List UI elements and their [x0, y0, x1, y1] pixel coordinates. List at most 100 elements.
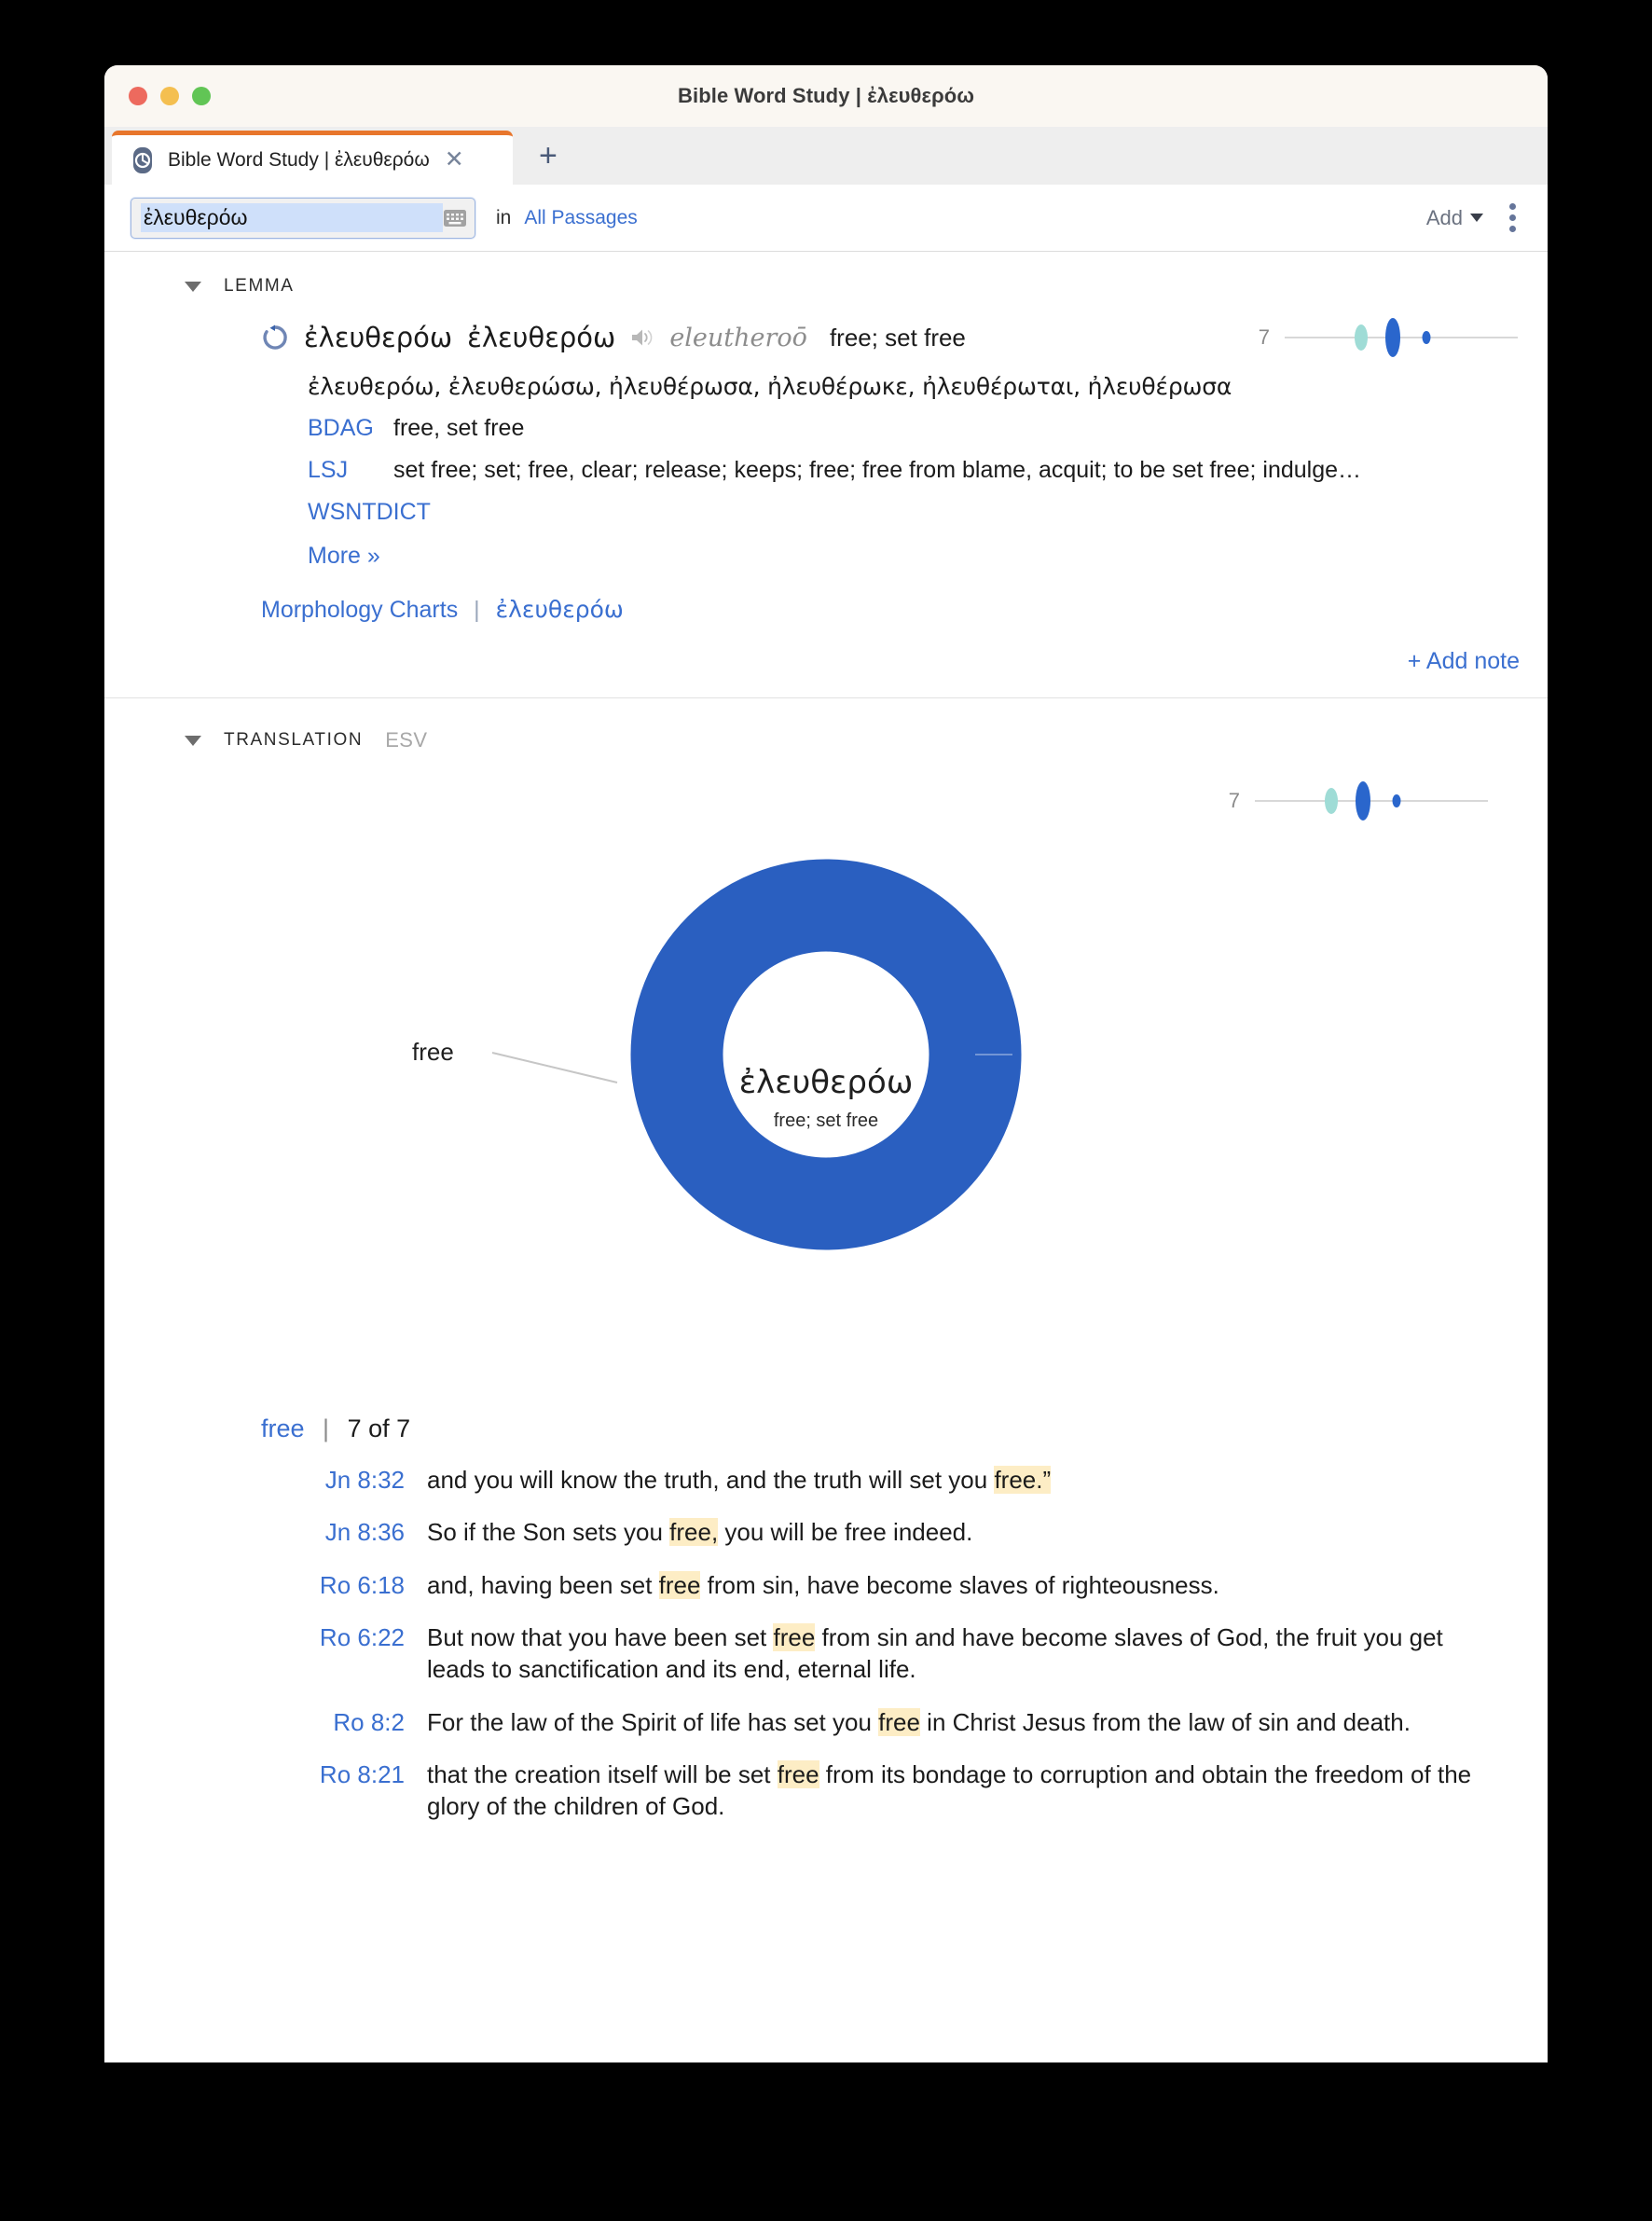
- dictionary-link-wsntdict[interactable]: WSNTDICT: [308, 499, 431, 526]
- scope-preposition: in: [496, 206, 512, 228]
- refresh-icon[interactable]: [261, 324, 289, 352]
- dictionary-row-lsj: LSJ set free; set; free, clear; release;…: [104, 442, 1548, 484]
- search-toolbar: ἐλευθερόω in All Passages Add: [104, 185, 1548, 252]
- verse-text: and you will know the truth, and the tru…: [405, 1464, 1486, 1496]
- add-dropdown-label: Add: [1425, 205, 1463, 229]
- search-input[interactable]: ἐλευθερόω: [131, 197, 475, 239]
- verse-text: So if the Son sets you free, you will be…: [405, 1516, 1486, 1548]
- lemma-frequency-sparkline[interactable]: 7: [1259, 317, 1518, 358]
- more-options-icon[interactable]: [1504, 200, 1521, 236]
- lemma-section-title: LEMMA: [224, 276, 295, 296]
- donut-chart-graphic[interactable]: [628, 857, 1024, 1252]
- new-tab-button[interactable]: +: [539, 140, 558, 172]
- verse-row[interactable]: Ro 6:18 and, having been set free from s…: [104, 1549, 1548, 1601]
- verse-row[interactable]: Ro 6:22 But now that you have been set f…: [104, 1601, 1548, 1686]
- speaker-icon[interactable]: [630, 326, 654, 349]
- lemma-sparkline-count: 7: [1258, 325, 1270, 349]
- translation-version-label[interactable]: ESV: [385, 728, 427, 752]
- translation-section: TRANSLATION ESV 7 ἐλευθερόω free; set fr…: [104, 698, 1548, 1823]
- morphology-charts-link[interactable]: Morphology Charts: [261, 597, 458, 623]
- keyboard-icon[interactable]: [443, 208, 467, 228]
- verse-text: and, having been set free from sin, have…: [405, 1569, 1486, 1601]
- verse-text-pre: and, having been set: [427, 1570, 659, 1599]
- verse-reference-link[interactable]: Ro 6:18: [308, 1569, 405, 1601]
- toolbar-right-controls: Add: [1426, 200, 1521, 236]
- tab-label: Bible Word Study | ἐλευθερόω: [168, 148, 430, 171]
- lemma-headword[interactable]: ἐλευθερόω: [304, 322, 452, 353]
- translation-donut-chart: ἐλευθερόω free; set free free: [104, 857, 1548, 1360]
- translation-sparkline-count: 7: [1228, 789, 1240, 812]
- translation-section-title: TRANSLATION: [224, 730, 364, 750]
- translation-disclosure-triangle-icon[interactable]: [185, 735, 201, 746]
- verse-text: that the creation itself will be set fre…: [405, 1759, 1486, 1823]
- sparkline-graphic: [1285, 318, 1518, 357]
- verse-text-post: from sin, have become slaves of righteou…: [700, 1570, 1219, 1599]
- verse-list-word-link[interactable]: free: [261, 1414, 305, 1442]
- panel-content: LEMMA ἐλευθερόω ἐλευθερόω eleutheroō fre…: [104, 252, 1548, 2062]
- verse-list-count: 7 of 7: [347, 1414, 411, 1442]
- verse-reference-link[interactable]: Ro 8:21: [308, 1759, 405, 1790]
- verse-highlight: free: [773, 1622, 816, 1651]
- lemma-disclosure-triangle-icon[interactable]: [185, 281, 201, 292]
- donut-center-gloss: free; set free: [773, 1110, 879, 1131]
- search-input-value[interactable]: ἐλευθερόω: [141, 203, 443, 232]
- close-tab-icon[interactable]: ✕: [443, 148, 466, 172]
- add-note-button[interactable]: + Add note: [104, 624, 1548, 681]
- dictionary-row-bdag: BDAG free, set free: [104, 400, 1548, 442]
- verse-text-post: in Christ Jesus from the law of sin and …: [919, 1707, 1411, 1736]
- verse-text: For the law of the Spirit of life has se…: [405, 1706, 1486, 1738]
- verse-text-pre: For the law of the Spirit of life has se…: [427, 1707, 879, 1736]
- verse-reference-link[interactable]: Jn 8:32: [308, 1464, 405, 1496]
- tab-strip: Bible Word Study | ἐλευθερόω ✕ +: [104, 127, 1548, 185]
- add-dropdown-button[interactable]: Add: [1426, 206, 1483, 230]
- verse-highlight: free: [658, 1570, 701, 1599]
- verse-text-post: you will be free indeed.: [718, 1518, 973, 1547]
- verse-reference-link[interactable]: Ro 8:2: [308, 1706, 405, 1738]
- app-window: Bible Word Study | ἐλευθερόω Bible Word …: [104, 65, 1548, 2062]
- lemma-gloss: free; set free: [829, 323, 966, 352]
- donut-slice-label-free[interactable]: free: [412, 1038, 454, 1067]
- verse-highlight: free.”: [994, 1466, 1052, 1494]
- minimize-window-button[interactable]: [160, 87, 179, 105]
- verse-reference-link[interactable]: Ro 6:22: [308, 1621, 405, 1653]
- dictionary-link-lsj[interactable]: LSJ: [308, 457, 393, 484]
- lemma-headword-row: ἐλευθερόω ἐλευθερόω eleutheroō free; set…: [104, 304, 1548, 358]
- verse-row[interactable]: Ro 8:2 For the law of the Spirit of life…: [104, 1686, 1548, 1738]
- translation-frequency-sparkline[interactable]: 7: [1229, 780, 1488, 821]
- more-dictionaries-link[interactable]: More »: [104, 526, 1548, 570]
- window-controls: [129, 87, 211, 105]
- dictionary-link-bdag[interactable]: BDAG: [308, 415, 393, 442]
- maximize-window-button[interactable]: [192, 87, 211, 105]
- scope-all-passages-link[interactable]: All Passages: [524, 207, 637, 229]
- window-title: Bible Word Study | ἐλευθερόω: [678, 84, 974, 107]
- lemma-section-header: LEMMA: [104, 252, 1548, 304]
- donut-leader-line: [491, 1052, 618, 1083]
- verse-list-separator: |: [323, 1414, 330, 1442]
- morphology-separator: |: [474, 597, 480, 623]
- verse-row[interactable]: Jn 8:36 So if the Son sets you free, you…: [104, 1496, 1548, 1548]
- translation-section-header: TRANSLATION ESV: [104, 704, 1548, 760]
- verse-highlight: free: [777, 1759, 819, 1788]
- morphology-charts-row: Morphology Charts | ἐλευθερόω: [104, 570, 1548, 624]
- dictionary-gloss-bdag: free, set free: [393, 415, 525, 441]
- verse-text-pre: So if the Son sets you: [427, 1518, 670, 1547]
- dictionary-row-wsntdict: WSNTDICT: [104, 484, 1548, 526]
- verse-list-header: free | 7 of 7: [104, 1360, 1548, 1443]
- chevron-down-icon: [1470, 214, 1483, 222]
- sparkline-graphic: [1255, 781, 1488, 821]
- verse-text: But now that you have been set free from…: [405, 1621, 1486, 1686]
- translation-sparkline-wrap: 7: [104, 760, 1548, 821]
- verse-row[interactable]: Jn 8:32 and you will know the truth, and…: [104, 1443, 1548, 1496]
- verse-reference-link[interactable]: Jn 8:36: [308, 1516, 405, 1548]
- verse-text-pre: that the creation itself will be set: [427, 1759, 778, 1788]
- dictionary-gloss-lsj: set free; set; free, clear; release; kee…: [393, 457, 1362, 483]
- lemma-principal-parts: ἐλευθερόω, ἐλευθερώσω, ἠλευθέρωσα, ἠλευθ…: [308, 373, 1232, 400]
- tab-bible-word-study[interactable]: Bible Word Study | ἐλευθερόω ✕: [112, 131, 513, 185]
- logos-app-icon: [133, 146, 152, 173]
- window-titlebar: Bible Word Study | ἐλευθερόω: [104, 65, 1548, 127]
- lemma-headword-alt[interactable]: ἐλευθερόω: [467, 322, 615, 353]
- close-window-button[interactable]: [129, 87, 147, 105]
- verse-row[interactable]: Ro 8:21 that the creation itself will be…: [104, 1738, 1548, 1823]
- morphology-word-link[interactable]: ἐλευθερόω: [496, 596, 624, 623]
- lemma-transliteration: eleutheroō: [669, 323, 807, 352]
